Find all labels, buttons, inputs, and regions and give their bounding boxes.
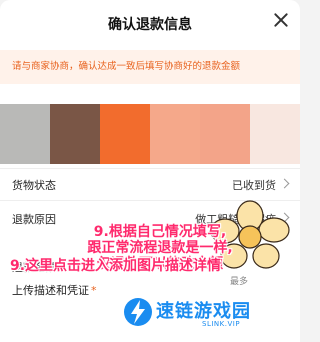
required-marker: * bbox=[91, 284, 97, 297]
color-swatch bbox=[50, 104, 100, 164]
product-color-strip bbox=[0, 104, 300, 164]
sheet-header: 确认退款信息 bbox=[0, 0, 300, 40]
watermark-url: SLINK.VIP bbox=[202, 320, 241, 328]
goods-status-row[interactable]: 货物状态 已收到货 bbox=[12, 173, 290, 195]
color-swatch bbox=[200, 104, 250, 164]
annotation-line: 跟正常流程退款是一样, bbox=[87, 240, 233, 256]
goods-status-label: 货物状态 bbox=[12, 179, 56, 192]
divider bbox=[0, 168, 300, 169]
color-swatch bbox=[250, 104, 300, 164]
color-swatch bbox=[100, 104, 150, 164]
annotation-step: 9.这里点击进入添加图片描述详情 bbox=[10, 258, 222, 274]
watermark: 速链游戏园 SLINK.VIP bbox=[122, 296, 297, 340]
close-icon[interactable] bbox=[272, 11, 290, 29]
upload-evidence-label: 上传描述和凭证 bbox=[12, 284, 89, 297]
chevron-right-icon bbox=[279, 178, 290, 189]
refund-reason-label: 退款原因 bbox=[12, 213, 56, 226]
color-swatch bbox=[150, 104, 200, 164]
page-title: 确认退款信息 bbox=[108, 17, 192, 33]
goods-status-value: 已收到货 bbox=[232, 179, 276, 192]
color-swatch bbox=[0, 104, 50, 164]
lightning-logo-icon bbox=[124, 298, 152, 326]
refund-sheet: 确认退款信息 请与商家协商，确认达成一致后填写协商好的退款金额 货物状态 已收到… bbox=[0, 0, 300, 342]
negotiation-notice: 请与商家协商，确认达成一致后填写协商好的退款金额 bbox=[0, 50, 300, 84]
annotation-line: 9.根据自己情况填写, bbox=[93, 224, 227, 240]
